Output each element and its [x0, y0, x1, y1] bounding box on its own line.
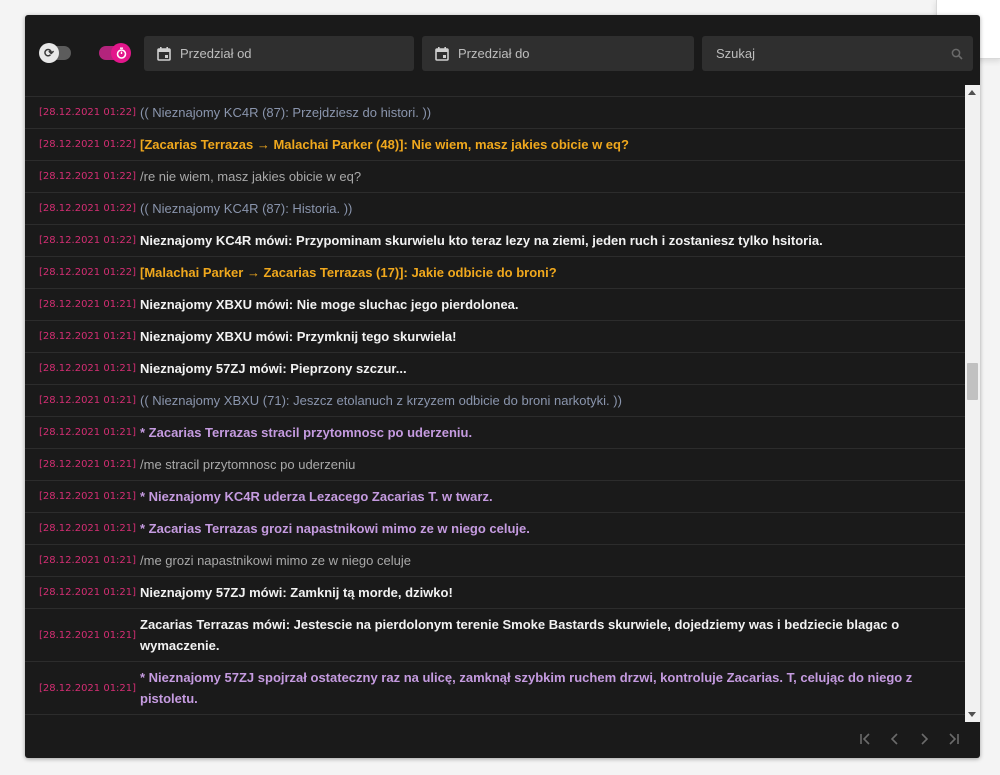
list-item: [28.12.2021 01:21]/me stracil przytomnos…	[25, 449, 965, 481]
timestamp: [28.12.2021 01:22]	[39, 203, 137, 214]
search-icon[interactable]	[951, 48, 963, 60]
timestamp: [28.12.2021 01:21]	[39, 395, 137, 406]
timestamp: [28.12.2021 01:22]	[39, 267, 137, 278]
chat-log-panel: ⟳ Przedział od Przedział do Szukaj [28.1…	[25, 15, 980, 758]
message-text: * Nieznajomy 57ZJ spojrzał ostateczny ra…	[140, 670, 913, 706]
search-input[interactable]: Szukaj	[702, 36, 973, 71]
scrollbar-thumb[interactable]	[967, 363, 978, 400]
chat-log-list: [28.12.2021 01:22](( Nieznajomy KC4R (87…	[25, 85, 965, 722]
list-item: [28.12.2021 01:21] * Nieznajomy KC4R uder…	[25, 481, 965, 513]
message-text: (( Nieznajomy KC4R (87): Przejdziesz do …	[140, 105, 432, 120]
message-text: Nieznajomy XBXU mówi: Przymknij tego sku…	[140, 329, 457, 344]
card-mark: '	[955, 0, 957, 7]
list-item: [28.12.2021 01:21](( Nieznajomy XBXU (71…	[25, 385, 965, 417]
message-text: [Malachai Parker → Zacarias Terrazas (17…	[140, 265, 557, 280]
chevron-left-icon[interactable]	[885, 730, 905, 748]
message-text: (( Nieznajomy KC4R (87): Historia. ))	[140, 201, 353, 216]
refresh-icon: ⟳	[39, 43, 59, 63]
date-to-placeholder: Przedział do	[458, 46, 530, 61]
vertical-scrollbar[interactable]	[965, 85, 980, 722]
message-text: [Zacarias Terrazas → Malachai Parker (48…	[140, 137, 629, 152]
date-to-input[interactable]: Przedział do	[422, 36, 694, 71]
list-item: [28.12.2021 01:21]/me grozi napastnikowi…	[25, 545, 965, 577]
scroll-up-arrow[interactable]	[968, 90, 976, 95]
list-item: [28.12.2021 01:22](( Nieznajomy KC4R (87…	[25, 193, 965, 225]
message-text: (( Nieznajomy XBXU (71): Jeszcz etolanuc…	[140, 393, 622, 408]
timestamp: [28.12.2021 01:21]	[39, 523, 137, 534]
timestamp: [28.12.2021 01:21]	[39, 491, 137, 502]
calendar-icon	[435, 46, 449, 61]
list-item: [28.12.2021 01:21]* Nieznajomy KC4R prze…	[25, 715, 965, 722]
message-text: Nieznajomy 57ZJ mówi: Pieprzony szczur..…	[140, 361, 407, 376]
list-item: [28.12.2021 01:21] * Nieznajomy 57ZJ spoj…	[25, 662, 965, 715]
timestamp: [28.12.2021 01:21]	[39, 363, 137, 374]
message-text: * Zacarias Terrazas grozi napastnikowi m…	[140, 521, 530, 536]
message-text: /re nie wiem, masz jakies obicie w eq?	[140, 169, 362, 184]
list-item: [28.12.2021 01:21] Nieznajomy XBXU mówi: …	[25, 289, 965, 321]
message-text: Nieznajomy XBXU mówi: Nie moge sluchac j…	[140, 297, 519, 312]
scroll-down-arrow[interactable]	[968, 712, 976, 717]
timestamp: [28.12.2021 01:22]	[39, 139, 137, 150]
list-item: [28.12.2021 01:22] Nieznajomy KC4R mówi: …	[25, 225, 965, 257]
date-from-input[interactable]: Przedział od	[144, 36, 414, 71]
timestamp: [28.12.2021 01:22]	[39, 107, 137, 118]
calendar-icon	[157, 46, 171, 61]
auto-refresh-toggle[interactable]: ⟳	[39, 43, 71, 63]
first-page-icon[interactable]	[856, 730, 876, 748]
message-text: * Zacarias Terrazas stracil przytomnosc …	[140, 425, 473, 440]
message-text: /me grozi napastnikowi mimo ze w niego c…	[140, 553, 411, 568]
timestamp: [28.12.2021 01:22]	[39, 235, 137, 246]
list-item: [28.12.2021 01:22] [Zacarias Terrazas → M…	[25, 129, 965, 161]
message-text: Nieznajomy KC4R mówi: Przypominam skurwi…	[140, 233, 823, 248]
list-item: [28.12.2021 01:22](( Nieznajomy KC4R (87…	[25, 97, 965, 129]
list-item: [28.12.2021 01:21] * Zacarias Terrazas st…	[25, 417, 965, 449]
last-page-icon[interactable]	[943, 730, 963, 748]
timestamp: [28.12.2021 01:21]	[39, 459, 137, 470]
timestamp: [28.12.2021 01:21]	[39, 427, 137, 438]
list-item: [28.12.2021 01:21] * Zacarias Terrazas gr…	[25, 513, 965, 545]
pagination	[25, 722, 980, 758]
timestamp: [28.12.2021 01:21]	[39, 682, 137, 694]
timestamp: [28.12.2021 01:21]	[39, 299, 137, 310]
timestamp: [28.12.2021 01:21]	[39, 331, 137, 342]
list-item: [28.12.2021 01:22] [Malachai Parker → Zac…	[25, 257, 965, 289]
timestamp: [28.12.2021 01:21]	[39, 555, 137, 566]
list-item: [28.12.2021 01:22]/re nie wiem, masz jak…	[25, 161, 965, 193]
message-text: Nieznajomy 57ZJ mówi: Zamknij tą morde, …	[140, 585, 453, 600]
list-item: [28.12.2021 01:21] Zacarias Terrazas mówi…	[25, 609, 965, 662]
timer-toggle[interactable]	[99, 43, 131, 63]
message-text: * Nieznajomy KC4R uderza Lezacego Zacari…	[140, 489, 493, 504]
search-placeholder: Szukaj	[716, 46, 756, 61]
list-item: [28.12.2021 01:21] Nieznajomy 57ZJ mówi: …	[25, 577, 965, 609]
message-text: /me stracil przytomnosc po uderzeniu	[140, 457, 356, 472]
list-item: [28.12.2021 01:21] Nieznajomy XBXU mówi: …	[25, 321, 965, 353]
filter-toolbar: ⟳ Przedział od Przedział do Szukaj	[25, 15, 980, 85]
timestamp: [28.12.2021 01:21]	[39, 629, 137, 641]
list-item: [28.12.2021 01:21] Nieznajomy 57ZJ mówi: …	[25, 353, 965, 385]
date-from-placeholder: Przedział od	[180, 46, 252, 61]
chevron-right-icon[interactable]	[914, 730, 934, 748]
stopwatch-icon	[111, 43, 131, 63]
list-item-clipped	[25, 85, 965, 97]
timestamp: [28.12.2021 01:22]	[39, 171, 137, 182]
timestamp: [28.12.2021 01:21]	[39, 587, 137, 598]
message-text: Zacarias Terrazas mówi: Jestescie na pie…	[140, 617, 900, 653]
